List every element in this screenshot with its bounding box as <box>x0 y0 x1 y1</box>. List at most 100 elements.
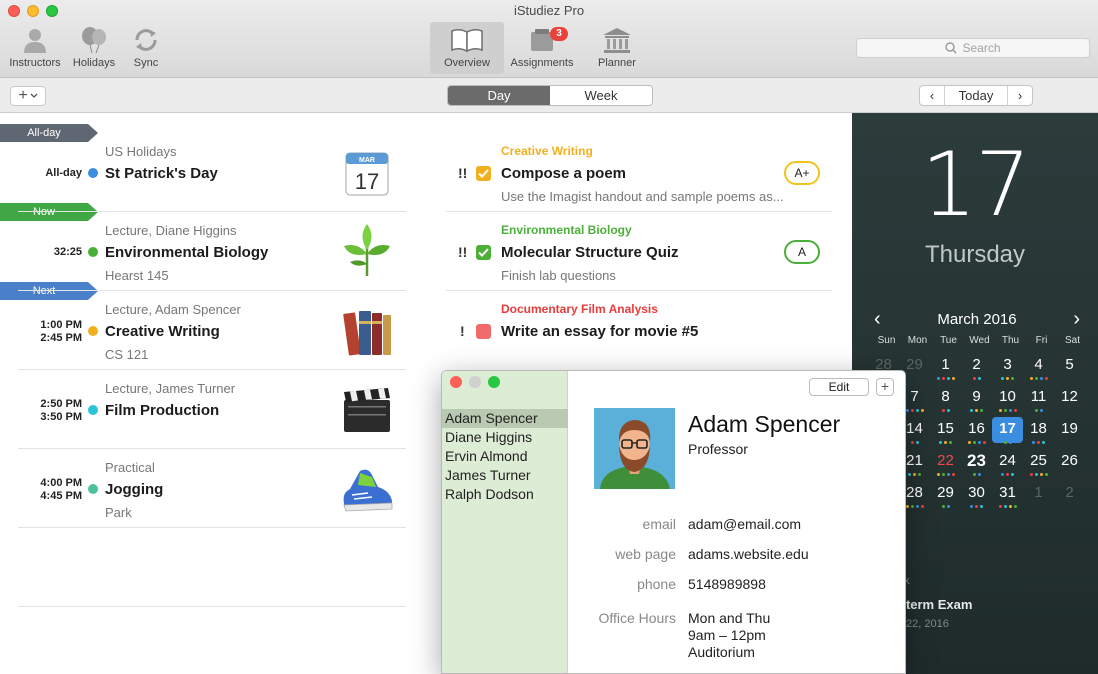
calendar-day[interactable]: 3 <box>992 353 1023 380</box>
add-menu-button[interactable]: + <box>10 86 46 106</box>
calendar-day[interactable]: 9 <box>961 385 992 412</box>
assignment-checkbox[interactable] <box>476 324 491 339</box>
class-time: 32:25 <box>53 246 82 258</box>
sync-button[interactable]: Sync <box>124 22 168 74</box>
calendar-day[interactable]: 23 <box>961 449 992 476</box>
calendar-day[interactable]: 17 <box>992 417 1023 444</box>
calendar-day[interactable]: 31 <box>992 481 1023 508</box>
calendar-day[interactable]: 24 <box>992 449 1023 477</box>
class-row[interactable]: 4:00 PM 4:45 PM Practical Jogging Park <box>18 449 406 528</box>
calendar-day[interactable]: 5 <box>1054 353 1085 379</box>
assignment-checkbox[interactable] <box>476 166 491 181</box>
calendar-day[interactable]: 11 <box>1023 385 1054 413</box>
calendar-day[interactable]: 1 <box>930 353 961 380</box>
calendar-day[interactable]: 30 <box>961 481 992 509</box>
web-page-label: web page <box>615 546 676 562</box>
assignments-button[interactable]: 3 Assignments <box>506 22 578 74</box>
class-subtitle: Lecture, James Turner <box>105 381 236 396</box>
class-row[interactable]: 2:50 PM 3:50 PM Lecture, James Turner Fil… <box>18 370 406 449</box>
upcoming-event-title[interactable]: dterm Exam <box>898 597 972 612</box>
weekday-label: Wed <box>969 335 990 346</box>
date-navigation: ‹ Today › <box>919 85 1033 106</box>
weekday-label: Thu <box>1001 335 1020 346</box>
calendar-day[interactable]: 4 <box>1023 353 1054 380</box>
calendar-day[interactable]: 29 <box>930 481 961 508</box>
instructors-list: Adam Spencer Diane Higgins Ervin Almond … <box>442 409 568 504</box>
tab-day[interactable]: Day <box>448 86 550 105</box>
calendar-day[interactable]: 12 <box>1054 385 1085 411</box>
event-dots <box>1023 441 1054 445</box>
overview-button[interactable]: Overview <box>430 22 504 74</box>
previous-month-button[interactable]: ‹ <box>874 309 881 329</box>
assignment-row[interactable]: Creative Writing !! Compose a poem Use t… <box>446 133 832 212</box>
class-color-dot <box>88 247 98 257</box>
assignment-course: Documentary Film Analysis <box>501 302 658 316</box>
event-dots <box>992 473 1023 477</box>
minimize-window-button[interactable] <box>469 376 481 388</box>
class-row[interactable]: 32:25 Lecture, Diane Higgins Environment… <box>18 212 406 291</box>
calendar-day[interactable]: 26 <box>1054 449 1085 475</box>
instructor-name: Adam Spencer <box>688 411 841 437</box>
open-book-icon <box>451 28 483 53</box>
list-item[interactable]: Adam Spencer <box>442 409 568 428</box>
calendar-day[interactable]: 22 <box>930 449 961 476</box>
add-instructor-button[interactable]: + <box>876 378 894 396</box>
planner-button[interactable]: Planner <box>588 22 646 74</box>
web-page-value[interactable]: adams.website.edu <box>688 546 809 563</box>
search-icon <box>945 42 958 54</box>
assignment-priority: !! <box>458 244 468 260</box>
calendar-day[interactable]: 8 <box>930 385 961 412</box>
zoom-window-button[interactable] <box>488 376 500 388</box>
calendar-day[interactable]: 2 <box>961 353 992 380</box>
email-label: email <box>642 516 676 532</box>
next-month-button[interactable]: › <box>1073 309 1080 329</box>
instructors-button[interactable]: Instructors <box>4 22 66 74</box>
list-item[interactable]: Ervin Almond <box>442 447 568 466</box>
calendar-day[interactable]: 15 <box>930 417 961 444</box>
event-dots <box>961 505 992 509</box>
view-bar: + Day Week ‹ Today › <box>0 78 1098 113</box>
assignment-row[interactable]: Documentary Film Analysis ! Write an ess… <box>446 291 832 370</box>
search-input[interactable]: Search <box>856 38 1090 58</box>
sync-label: Sync <box>133 57 159 69</box>
calendar-day[interactable]: 16 <box>961 417 992 444</box>
calendar-day[interactable]: 18 <box>1023 417 1054 445</box>
grade-badge: A+ <box>784 161 820 185</box>
books-icon <box>343 311 391 356</box>
assignment-row[interactable]: Environmental Biology !! Molecular Struc… <box>446 212 832 291</box>
next-day-button[interactable]: › <box>1008 86 1032 105</box>
close-window-button[interactable] <box>450 376 462 388</box>
class-row[interactable]: All-day US Holidays St Patrick's Day MAR… <box>18 133 406 212</box>
instructors-label: Instructors <box>9 57 61 69</box>
chevron-down-icon <box>30 93 38 98</box>
today-button[interactable]: Today <box>944 86 1008 105</box>
avatar <box>594 408 675 489</box>
calendar-day[interactable]: 2 <box>1054 481 1085 507</box>
class-time: 2:50 PM 3:50 PM <box>40 398 82 423</box>
class-color-dot <box>88 484 98 494</box>
list-item[interactable]: James Turner <box>442 466 568 485</box>
class-row[interactable]: 1:00 PM 2:45 PM Lecture, Adam Spencer Cre… <box>18 291 406 370</box>
building-icon <box>603 28 631 53</box>
phone-value[interactable]: 5148989898 <box>688 576 766 593</box>
calendar-day[interactable]: 19 <box>1054 417 1085 443</box>
calendar-icon: MAR 17 <box>345 152 389 196</box>
checkmark-icon <box>478 248 489 257</box>
assignments-badge: 3 <box>550 27 568 41</box>
list-item[interactable]: Diane Higgins <box>442 428 568 447</box>
holidays-button[interactable]: Holidays <box>68 22 120 74</box>
calendar-day[interactable]: 10 <box>992 385 1023 412</box>
edit-button[interactable]: Edit <box>809 378 869 396</box>
list-item[interactable]: Ralph Dodson <box>442 485 568 504</box>
tab-week[interactable]: Week <box>550 86 652 105</box>
upcoming-event-date: 22, 2016 <box>906 618 949 630</box>
class-time: 4:00 PM 4:45 PM <box>40 477 82 502</box>
email-value[interactable]: adam@email.com <box>688 516 801 533</box>
event-dots <box>1023 409 1054 413</box>
calendar-day[interactable]: 25 <box>1023 449 1054 476</box>
assignment-checkbox[interactable] <box>476 245 491 260</box>
class-location: Park <box>105 505 132 520</box>
svg-text:17: 17 <box>355 169 379 194</box>
calendar-day[interactable]: 1 <box>1023 481 1054 507</box>
previous-day-button[interactable]: ‹ <box>920 86 944 105</box>
